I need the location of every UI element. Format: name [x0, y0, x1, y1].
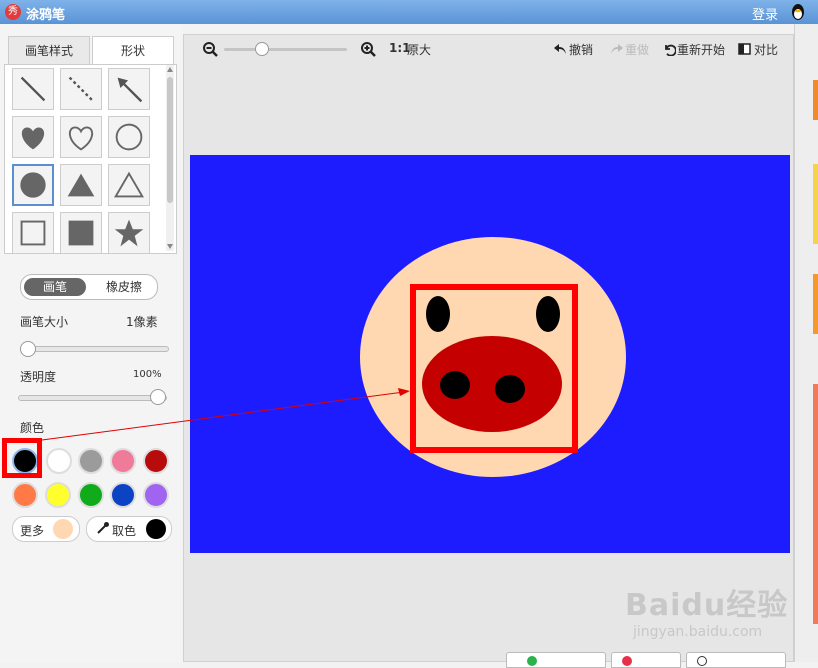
- side-strip-orange: [813, 80, 818, 120]
- watermark-url: jingyan.baidu.com: [633, 624, 763, 640]
- baidu-jingyan-watermark: Baidu经验 jingyan.baidu.com: [625, 580, 788, 640]
- help-icon: [697, 656, 707, 666]
- save-icon: [527, 656, 537, 666]
- side-strip-yellow: [813, 164, 818, 244]
- cancel-icon: [622, 656, 632, 666]
- side-strip-coral: [813, 384, 818, 624]
- side-strip-amber: [813, 274, 818, 334]
- annotation-arrow: [41, 388, 410, 441]
- bottom-cancel-button[interactable]: [611, 652, 681, 668]
- bottom-help-button[interactable]: [686, 652, 786, 668]
- watermark-brand: Baidu经验: [625, 588, 789, 623]
- bottom-save-button[interactable]: [506, 652, 606, 668]
- right-sidebar: [794, 24, 818, 662]
